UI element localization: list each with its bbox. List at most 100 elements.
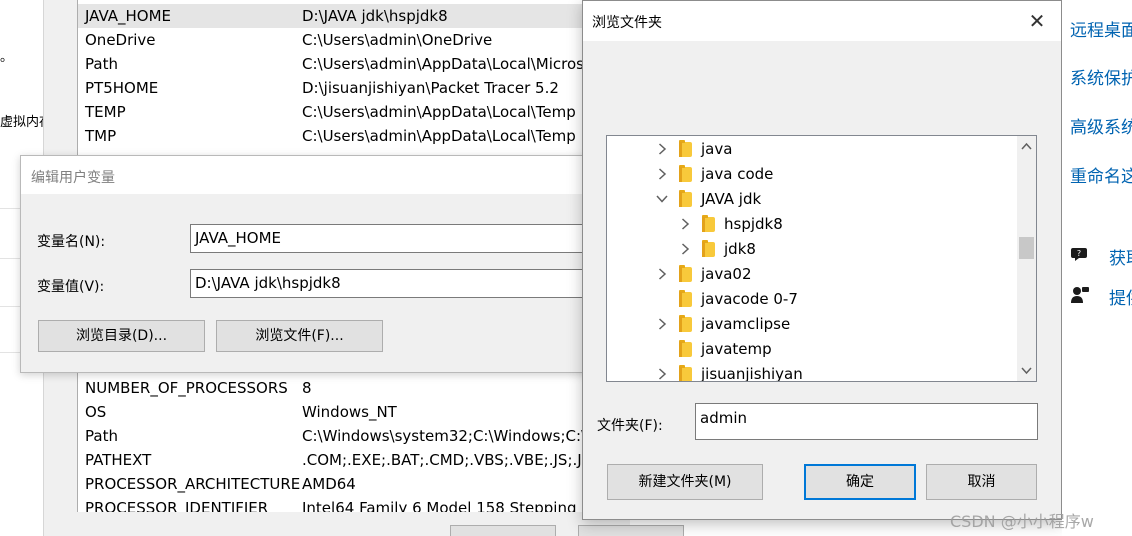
tree-item-label: javatemp xyxy=(701,340,772,358)
scroll-up-icon[interactable] xyxy=(1020,140,1033,153)
tree-item-label: JAVA jdk xyxy=(701,190,762,208)
variable-row[interactable]: PATHEXT .COM;.EXE;.BAT;.CMD;.VBS;.VBE;.JS… xyxy=(78,448,636,472)
variable-name: OneDrive xyxy=(85,31,156,49)
chevron-right-icon[interactable] xyxy=(656,142,668,156)
folder-label: 文件夹(F): xyxy=(597,418,663,434)
browse-file-button[interactable]: 浏览文件(F)... xyxy=(216,320,383,352)
tree-item-label: java02 xyxy=(701,265,752,283)
folder-icon xyxy=(679,290,692,307)
variable-row[interactable]: PROCESSOR_IDENTIFIER Intel64 Family 6 Mod… xyxy=(78,496,636,512)
variable-value: C:\Users\admin\AppData\Local\Temp xyxy=(302,127,576,145)
variable-value: Windows_NT xyxy=(302,403,397,421)
variable-value: C:\Windows\system32;C:\Windows;C:\ xyxy=(302,427,587,445)
advanced-system-settings-link[interactable]: 高级系统 xyxy=(1070,113,1132,138)
tree-item-label: hspjdk8 xyxy=(724,215,783,233)
system-settings-panel: 远程桌面 系统保护 高级系统 重命名这 ? 获取 提供 xyxy=(1062,0,1132,536)
tree-item[interactable]: java code xyxy=(607,162,1017,187)
close-button[interactable]: ✕ xyxy=(1019,5,1055,37)
folder-icon xyxy=(679,140,692,157)
cancel-button[interactable]: 取消 xyxy=(926,464,1037,500)
variable-row[interactable]: TMP C:\Users\admin\AppData\Local\Temp xyxy=(78,124,636,148)
tree-item[interactable]: javacode 0-7 xyxy=(607,287,1017,312)
variable-name-input[interactable]: JAVA_HOME xyxy=(190,224,610,253)
browse-directory-button[interactable]: 浏览目录(D)... xyxy=(38,320,205,352)
scroll-down-icon[interactable] xyxy=(1020,364,1033,377)
folder-icon xyxy=(679,315,692,332)
close-icon: ✕ xyxy=(1028,9,1046,33)
variable-value-label: 变量值(V): xyxy=(37,279,105,295)
scrollbar-thumb[interactable] xyxy=(1019,237,1034,259)
get-help-link[interactable]: 获取 xyxy=(1109,244,1132,269)
folder-tree[interactable]: java java code JAVA jdk hspjdk8 jdk8 java02 ja… xyxy=(606,135,1037,382)
folder-icon xyxy=(702,215,715,232)
system-protection-link[interactable]: 系统保护 xyxy=(1070,64,1132,89)
folder-icon xyxy=(679,190,692,207)
tree-item[interactable]: javamclipse xyxy=(607,312,1017,337)
edit-button[interactable] xyxy=(578,525,684,536)
tree-item[interactable]: javatemp xyxy=(607,337,1017,362)
system-variables-list[interactable]: NUMBER_OF_PROCESSORS 8 OS Windows_NT Path C:\… xyxy=(77,372,637,512)
variable-row[interactable]: Path C:\Windows\system32;C:\Windows;C:\ xyxy=(78,424,636,448)
tree-item[interactable]: JAVA jdk xyxy=(607,187,1017,212)
chevron-right-icon[interactable] xyxy=(679,217,691,231)
tree-item-label: java code xyxy=(701,165,774,183)
variable-row[interactable]: PT5HOME D:\jisuanjishiyan\Packet Tracer 5… xyxy=(78,76,636,100)
svg-text:?: ? xyxy=(1077,249,1081,258)
variable-row[interactable]: JAVA_HOME D:\JAVA jdk\hspjdk8 xyxy=(78,4,636,28)
user-variables-list[interactable]: JAVA_HOME D:\JAVA jdk\hspjdk8 OneDrive C:\U… xyxy=(77,0,637,158)
variable-name-label: 变量名(N): xyxy=(37,234,106,250)
folder-icon xyxy=(679,165,692,182)
variable-value: AMD64 xyxy=(302,475,356,493)
dialog-title-bar[interactable]: 浏览文件夹 ✕ xyxy=(583,1,1061,41)
variable-row[interactable]: OS Windows_NT xyxy=(78,400,636,424)
chevron-right-icon[interactable] xyxy=(656,367,668,381)
chevron-right-icon[interactable] xyxy=(656,167,668,181)
edit-user-variable-dialog: 编辑用户变量 变量名(N): JAVA_HOME 变量值(V): D:\JAVA… xyxy=(20,155,610,373)
vertical-scrollbar[interactable] xyxy=(1017,136,1036,381)
variable-name: PT5HOME xyxy=(85,79,159,97)
tree-item-label: javacode 0-7 xyxy=(701,290,798,308)
tree-item[interactable]: java xyxy=(607,137,1017,162)
tree-item[interactable]: hspjdk8 xyxy=(607,212,1017,237)
variable-value: C:\Users\admin\AppData\Local\Micros xyxy=(302,55,584,73)
variable-name: PROCESSOR_IDENTIFIER xyxy=(85,499,269,512)
chevron-right-icon[interactable] xyxy=(656,267,668,281)
chevron-right-icon[interactable] xyxy=(656,317,668,331)
chevron-down-icon[interactable] xyxy=(656,192,668,206)
variable-name: OS xyxy=(85,403,107,421)
variable-row[interactable]: PROCESSOR_ARCHITECTURE AMD64 xyxy=(78,472,636,496)
variable-name: TMP xyxy=(85,127,117,145)
new-folder-button[interactable]: 新建文件夹(M) xyxy=(607,464,763,500)
folder-name-input[interactable]: admin xyxy=(695,403,1038,440)
variable-name: TEMP xyxy=(85,103,126,121)
fragment-text: 。 xyxy=(0,50,14,65)
tree-item-label: jisuanjishiyan xyxy=(701,365,803,382)
variable-row[interactable]: NUMBER_OF_PROCESSORS 8 xyxy=(78,376,636,400)
tree-item[interactable]: jdk8 xyxy=(607,237,1017,262)
dialog-title: 编辑用户变量 xyxy=(31,170,115,186)
tree-item[interactable]: jisuanjishiyan xyxy=(607,362,1017,382)
chevron-right-icon[interactable] xyxy=(679,242,691,256)
new-button[interactable] xyxy=(450,525,556,536)
folder-icon xyxy=(702,240,715,257)
fragment-text: 虚拟内存 xyxy=(0,115,43,130)
tree-item-label: jdk8 xyxy=(724,240,756,258)
ok-button[interactable]: 确定 xyxy=(804,464,916,500)
variable-name: PROCESSOR_ARCHITECTURE xyxy=(85,475,301,493)
remote-desktop-link[interactable]: 远程桌面 xyxy=(1070,16,1132,41)
tree-item-label: javamclipse xyxy=(701,315,791,333)
variable-value: D:\jisuanjishiyan\Packet Tracer 5.2 xyxy=(302,79,559,97)
variable-value: C:\Users\admin\OneDrive xyxy=(302,31,493,49)
folder-icon xyxy=(679,265,692,282)
tree-item[interactable]: java02 xyxy=(607,262,1017,287)
variable-row[interactable]: OneDrive C:\Users\admin\OneDrive xyxy=(78,28,636,52)
rename-pc-link[interactable]: 重命名这 xyxy=(1070,162,1132,187)
variable-value: Intel64 Family 6 Model 158 Stepping 1 xyxy=(302,499,591,512)
variable-value-input[interactable]: D:\JAVA jdk\hspjdk8 xyxy=(190,269,610,298)
variable-row[interactable]: TEMP C:\Users\admin\AppData\Local\Temp xyxy=(78,100,636,124)
variable-row[interactable]: Path C:\Users\admin\AppData\Local\Micros xyxy=(78,52,636,76)
browse-folder-dialog: 浏览文件夹 ✕ java java code JAVA jdk hspjdk8 jdk8… xyxy=(582,0,1062,520)
give-feedback-link[interactable]: 提供 xyxy=(1109,284,1132,309)
dialog-title-bar[interactable]: 编辑用户变量 xyxy=(21,156,594,194)
variable-name: JAVA_HOME xyxy=(85,7,172,25)
